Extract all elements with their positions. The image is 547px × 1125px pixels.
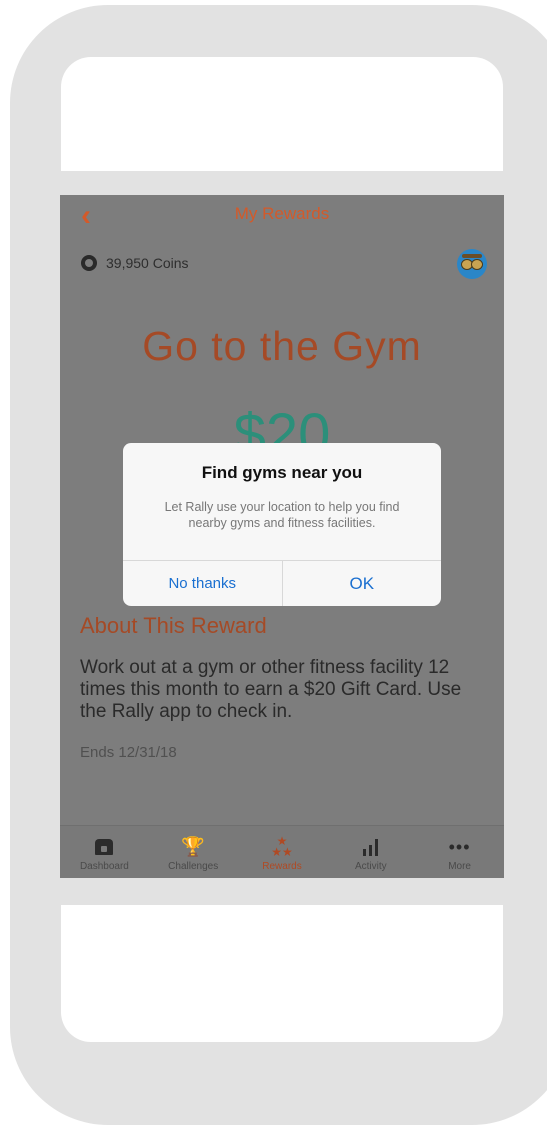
coins-label: 39,950 Coins — [106, 255, 189, 271]
home-icon — [95, 839, 114, 855]
end-date: Ends 12/31/18 — [80, 744, 177, 761]
no-thanks-button[interactable]: No thanks — [123, 561, 282, 606]
tab-label: More — [448, 861, 471, 872]
phone-top-panel — [61, 57, 503, 171]
tab-more[interactable]: ••• More — [415, 826, 504, 878]
about-text: Work out at a gym or other fitness facil… — [80, 657, 462, 722]
stars-icon: ★ ★★ — [271, 834, 293, 859]
alert-title: Find gyms near you — [201, 463, 363, 482]
phone-bottom-panel — [61, 905, 503, 1042]
trophy-icon: 🏆 — [181, 837, 206, 858]
activity-icon — [363, 838, 379, 856]
ok-button[interactable]: OK — [281, 561, 442, 606]
about-heading: About This Reward — [80, 613, 267, 638]
reward-title: Go to the Gym — [142, 323, 422, 369]
alert-message: Let Rally use your location to help you … — [164, 500, 400, 530]
coin-icon — [81, 255, 97, 271]
tab-label: Dashboard — [79, 861, 129, 872]
coins-balance: 39,950 Coins — [81, 255, 189, 271]
tab-label: Rewards — [262, 861, 302, 872]
tab-label: Challenges — [168, 861, 219, 872]
tab-label: Activity — [354, 861, 387, 872]
app-screen: ‹ My Rewards 39,950 Coins Go to the Gym … — [60, 195, 504, 878]
alert-buttons: No thanks OK — [123, 560, 441, 606]
avatar-eye-right — [471, 259, 483, 270]
location-permission-alert: Find gyms near you Let Rally use your lo… — [123, 443, 441, 606]
avatar-brow — [462, 254, 482, 258]
tab-dashboard[interactable]: Dashboard — [60, 826, 149, 878]
avatar[interactable] — [457, 249, 487, 279]
tab-challenges[interactable]: 🏆 Challenges — [149, 826, 238, 878]
tab-activity[interactable]: Activity — [326, 826, 415, 878]
tab-bar: Dashboard 🏆 Challenges ★ ★★ Rewards Activ… — [60, 825, 504, 878]
tab-rewards[interactable]: ★ ★★ Rewards — [238, 826, 327, 878]
page-title: My Rewards — [234, 204, 330, 223]
more-icon: ••• — [448, 837, 471, 857]
